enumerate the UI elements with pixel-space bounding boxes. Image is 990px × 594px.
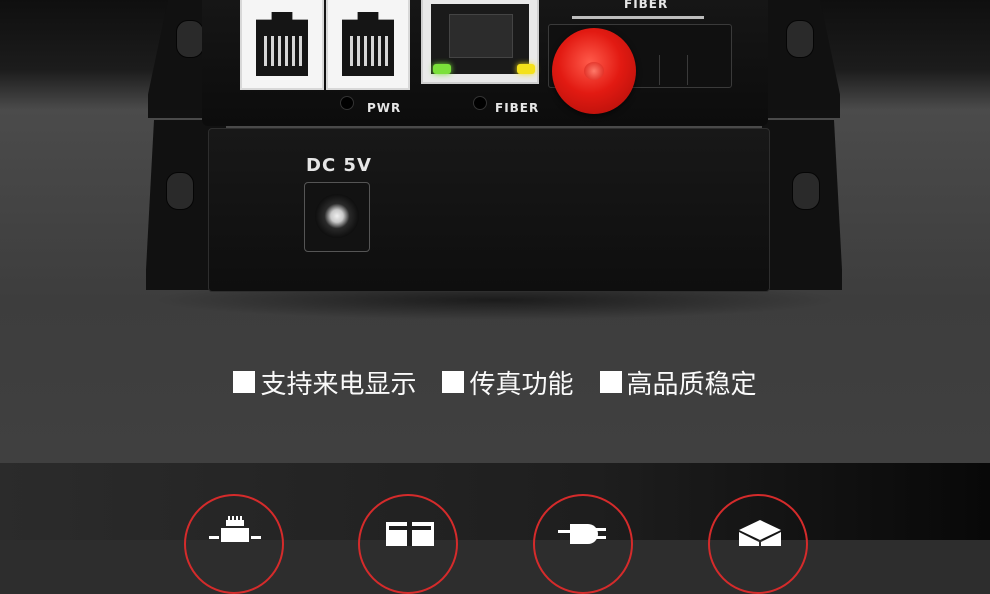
fiber-label-underline xyxy=(572,16,704,19)
bullet-square-icon xyxy=(599,371,622,393)
fiber-dust-cap xyxy=(552,28,636,114)
rj11-port-1 xyxy=(240,0,324,90)
mount-hole xyxy=(786,20,814,58)
dc-label: DC 5V xyxy=(306,155,372,176)
feature-list: 支持来电显示 传真功能 高品质稳定 xyxy=(0,364,990,400)
feature-label: 支持来电显示 xyxy=(260,369,417,400)
rj11-port-2 xyxy=(326,0,410,90)
mount-flange-right-top xyxy=(760,0,840,118)
mount-hole xyxy=(176,20,204,58)
product-photo: PWR FIBER FIBER DC 5V 支持来电显示 传真功能 高品质稳定 xyxy=(0,0,990,463)
fiber-indicator xyxy=(473,96,487,110)
network-device-icon xyxy=(184,494,284,594)
feature-item: 高品质稳定 xyxy=(599,364,757,400)
feature-item: 传真功能 xyxy=(442,364,574,400)
led-yellow xyxy=(517,64,535,74)
box-icon xyxy=(358,494,458,594)
mount-flange-right-bottom xyxy=(762,120,842,290)
mount-hole xyxy=(166,172,194,210)
device-rear-panel xyxy=(208,128,770,292)
led-green xyxy=(433,64,451,74)
mount-hole xyxy=(792,172,820,210)
fiber-top-label: FIBER xyxy=(624,0,669,11)
cube-icon xyxy=(708,494,808,594)
rj45-port xyxy=(421,0,539,84)
icon-band xyxy=(0,463,990,540)
plug-icon xyxy=(533,494,633,594)
feature-label: 高品质稳定 xyxy=(626,369,757,400)
fiber-label: FIBER xyxy=(495,101,540,115)
pwr-indicator xyxy=(340,96,354,110)
feature-item: 支持来电显示 xyxy=(233,364,416,400)
bullet-square-icon xyxy=(442,371,465,393)
dc-power-jack xyxy=(304,182,370,252)
bullet-square-icon xyxy=(233,371,256,393)
feature-label: 传真功能 xyxy=(469,369,574,400)
pwr-label: PWR xyxy=(367,101,402,115)
